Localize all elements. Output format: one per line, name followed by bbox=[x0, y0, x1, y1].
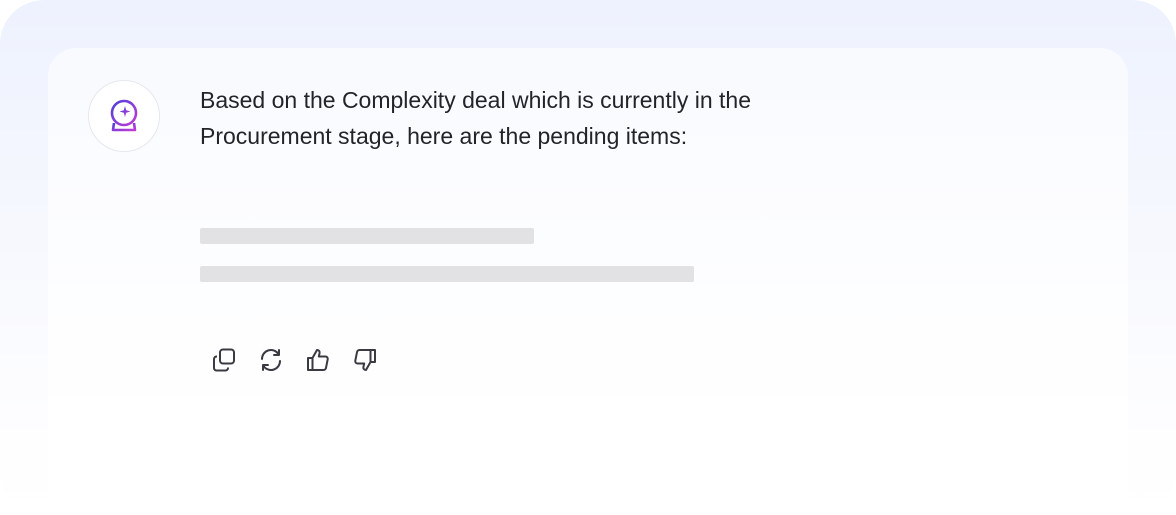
loading-skeleton-line bbox=[200, 228, 534, 244]
copy-button[interactable] bbox=[200, 336, 247, 384]
dislike-button[interactable] bbox=[341, 336, 388, 384]
thumbs-down-icon bbox=[353, 349, 376, 371]
crystal-ball-icon bbox=[110, 99, 138, 132]
assistant-avatar bbox=[88, 80, 160, 152]
regenerate-button[interactable] bbox=[247, 336, 294, 384]
refresh-icon bbox=[260, 348, 281, 372]
copy-icon bbox=[212, 348, 235, 372]
like-button[interactable] bbox=[294, 336, 341, 384]
message-actions bbox=[200, 336, 388, 384]
assistant-message-text: Based on the Complexity deal which is cu… bbox=[200, 87, 752, 149]
chat-panel-background bbox=[0, 0, 1176, 515]
loading-skeleton-line bbox=[200, 266, 694, 282]
thumbs-up-icon bbox=[306, 349, 329, 371]
